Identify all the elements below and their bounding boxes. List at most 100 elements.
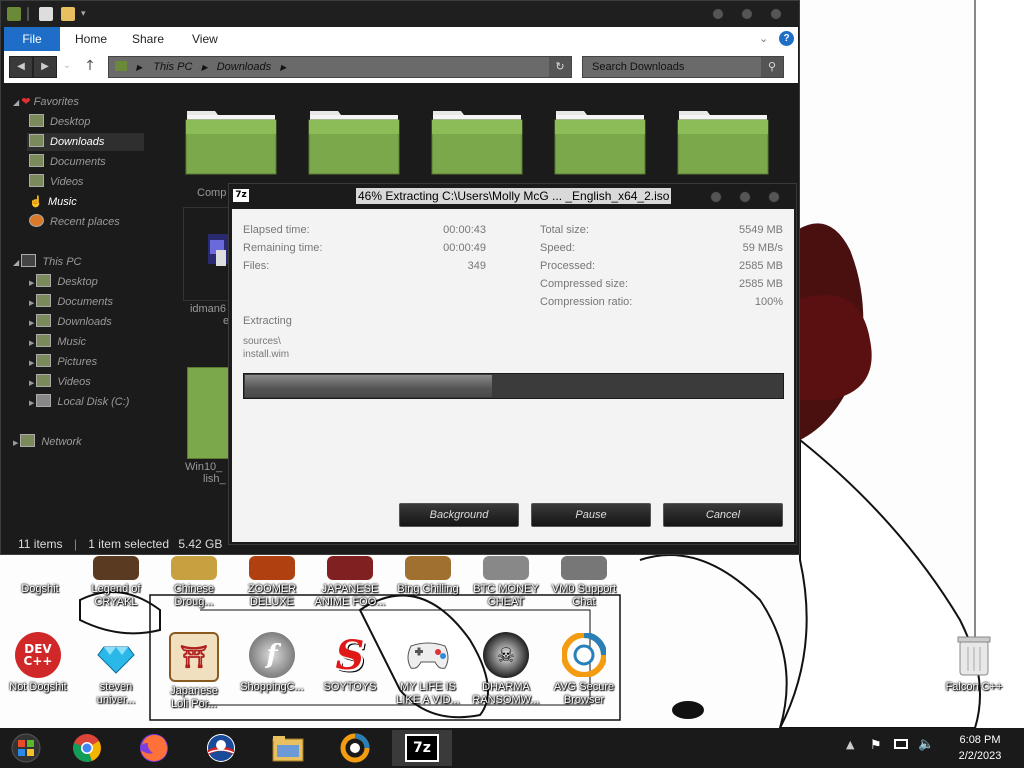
desktop-icon-japanese-loli[interactable]: ⛩ Japanese Loli Por... — [156, 632, 232, 711]
up-arrow-icon[interactable]: ↑ — [82, 56, 98, 76]
taskbar-avg-browser[interactable] — [325, 730, 385, 766]
address-bar[interactable]: ▶ This PC ▶ Downloads ▶ ↻ — [108, 56, 572, 78]
tab-home[interactable]: Home — [75, 27, 107, 51]
cancel-button[interactable]: Cancel — [663, 503, 783, 527]
show-hidden-icons-icon[interactable]: ▲ — [846, 738, 854, 751]
iso-file-icon[interactable] — [187, 367, 231, 459]
properties-icon[interactable] — [39, 7, 53, 21]
nav-fav-videos[interactable]: Videos — [29, 173, 83, 191]
search-box[interactable]: Search Downloads ⚲ — [582, 56, 784, 78]
nav-this-pc[interactable]: ◢ This PC — [13, 253, 82, 271]
selection-size: 5.42 GB — [178, 537, 223, 551]
label-line-2: univer... — [96, 694, 136, 706]
refresh-icon[interactable]: ↻ — [549, 57, 571, 77]
desktop-icon-avg-secure-browser[interactable]: AVG Secure Browser — [546, 632, 622, 707]
folder-icon[interactable] — [308, 105, 400, 175]
minimize-button[interactable] — [710, 191, 722, 203]
pause-button[interactable]: Pause — [531, 503, 651, 527]
label-line-2: Loli Por... — [171, 698, 217, 710]
desktop-icon-falcon-cpp[interactable]: Falcon C++ — [936, 632, 1012, 694]
minimize-button[interactable] — [712, 8, 724, 20]
desktop-icon-my-life-is-like-a-video[interactable]: MY LIFE IS LIKE A VID... — [390, 632, 466, 707]
breadcrumb-downloads[interactable]: Downloads — [217, 61, 271, 73]
explorer-titlebar[interactable]: ▾ — [1, 1, 799, 27]
dialog-titlebar[interactable]: 7z 46% Extracting C:\Users\Molly McG ...… — [229, 184, 796, 208]
nav-pc-downloads[interactable]: ▶ Downloads — [29, 313, 112, 331]
background-button[interactable]: Background — [399, 503, 519, 527]
back-button[interactable]: ◀ — [9, 56, 33, 78]
nav-fav-desktop[interactable]: Desktop — [29, 113, 90, 131]
tab-file[interactable]: File — [4, 27, 60, 51]
help-icon[interactable]: ? — [779, 31, 794, 46]
close-button[interactable] — [770, 8, 782, 20]
nav-pc-documents[interactable]: ▶ Documents — [29, 293, 113, 311]
nav-favorites[interactable]: ◢ ❤ Favorites — [13, 93, 79, 111]
app-icon — [93, 556, 139, 580]
desktop-icon-zoomer-deluxe[interactable]: ZOOMER DELUXE — [234, 556, 310, 609]
chevron-down-icon[interactable]: ▾ — [81, 7, 91, 21]
breadcrumb-separator-icon: ▶ — [201, 63, 208, 72]
dialog-body: Elapsed time: 00:00:43 Remaining time: 0… — [232, 209, 794, 542]
desktop-icon-label: MY LIFE IS LIKE A VID... — [390, 681, 466, 707]
new-folder-icon[interactable] — [61, 7, 75, 21]
desktop-icon-shoppingc[interactable]: f ShoppingC... — [234, 632, 310, 694]
nav-fav-music[interactable]: ☝ Music — [29, 193, 77, 211]
maximize-button[interactable] — [741, 8, 753, 20]
expand-ribbon-icon[interactable]: ⌄ — [759, 27, 768, 51]
desktop-icon-dogshit[interactable]: Dogshit — [2, 556, 78, 596]
network-icon[interactable] — [894, 739, 908, 749]
taskbar-firefox[interactable] — [124, 730, 184, 766]
nav-pc-pictures[interactable]: ▶ Pictures — [29, 353, 97, 371]
recent-locations-icon[interactable]: ⌄ — [60, 56, 74, 76]
desktop-icon-legend-of-cryakl[interactable]: Legend of CRYAKL — [78, 556, 154, 609]
nav-label: Pictures — [57, 356, 98, 368]
desktop-icon-btc-money-cheat[interactable]: BTC MONEY CHEAT — [468, 556, 544, 609]
search-input[interactable]: Search Downloads — [592, 61, 684, 73]
nav-label: This PC — [42, 256, 82, 268]
elapsed-time-value: 00:00:43 — [443, 224, 486, 236]
installer-file[interactable] — [183, 207, 233, 301]
nav-pc-music[interactable]: ▶ Music — [29, 333, 86, 351]
taskbar-file-explorer[interactable] — [258, 730, 318, 766]
tab-view[interactable]: View — [192, 27, 218, 51]
desktop-icon-steven-universe[interactable]: steven univer... — [78, 632, 154, 707]
search-icon[interactable]: ⚲ — [761, 57, 783, 77]
desktop-icon-dharma-ransomware[interactable]: ☠ DHARMA RANSOMW... — [468, 632, 544, 707]
system-clock[interactable]: 6:08 PM 2/2/2023 — [945, 732, 1015, 764]
nav-fav-documents[interactable]: Documents — [29, 153, 106, 171]
start-button[interactable] — [0, 730, 52, 766]
file-label-line: Win10_ — [185, 461, 223, 473]
nav-network[interactable]: ▶ Network — [13, 433, 82, 451]
item-count: 11 items — [18, 537, 63, 551]
action-center-flag-icon[interactable]: ⚑ — [870, 738, 882, 753]
breadcrumb-this-pc[interactable]: This PC — [153, 61, 192, 73]
nav-fav-recent-places[interactable]: Recent places — [29, 213, 120, 231]
maximize-button[interactable] — [739, 191, 751, 203]
forward-button[interactable]: ▶ — [33, 56, 57, 78]
nav-pc-desktop[interactable]: ▶ Desktop — [29, 273, 98, 291]
diamond-icon — [93, 632, 139, 678]
avg-browser-icon — [340, 733, 370, 763]
desktop-icon-japanese-anime-food[interactable]: JAPANESE ANIME FOO... — [312, 556, 388, 609]
desktop-icon-vm0-support-chat[interactable]: VM0 Support Chat — [546, 556, 622, 609]
desktop-icon-label: ZOOMER DELUXE — [234, 583, 310, 609]
nav-pc-videos[interactable]: ▶ Videos — [29, 373, 91, 391]
app-icon — [17, 556, 63, 580]
tab-share[interactable]: Share — [132, 27, 164, 51]
taskbar-chrome[interactable] — [57, 730, 117, 766]
desktop-icon-chinese-drought[interactable]: Chinese Droug... — [156, 556, 232, 609]
taskbar-7zip[interactable]: 7z — [392, 730, 452, 766]
desktop-icon-soytoys[interactable]: S SOYTOYS — [312, 632, 388, 694]
close-button[interactable] — [768, 191, 780, 203]
speaker-icon[interactable]: 🔈 — [918, 737, 934, 752]
taskbar-obama-app[interactable] — [191, 730, 251, 766]
nav-pc-local-disk[interactable]: ▶ Local Disk (C:) — [29, 393, 129, 411]
folder-icon[interactable] — [431, 105, 523, 175]
desktop-icon-not-dogshit[interactable]: DEV C++ Not Dogshit — [0, 632, 76, 694]
nav-fav-downloads[interactable]: Downloads — [27, 133, 144, 151]
folder-icon[interactable] — [677, 105, 769, 175]
folder-icon[interactable] — [554, 105, 646, 175]
desktop-icon-bing-chilling[interactable]: Bing Chilling — [390, 556, 466, 596]
obama-logo-icon — [207, 734, 235, 762]
folder-icon[interactable] — [185, 105, 277, 175]
